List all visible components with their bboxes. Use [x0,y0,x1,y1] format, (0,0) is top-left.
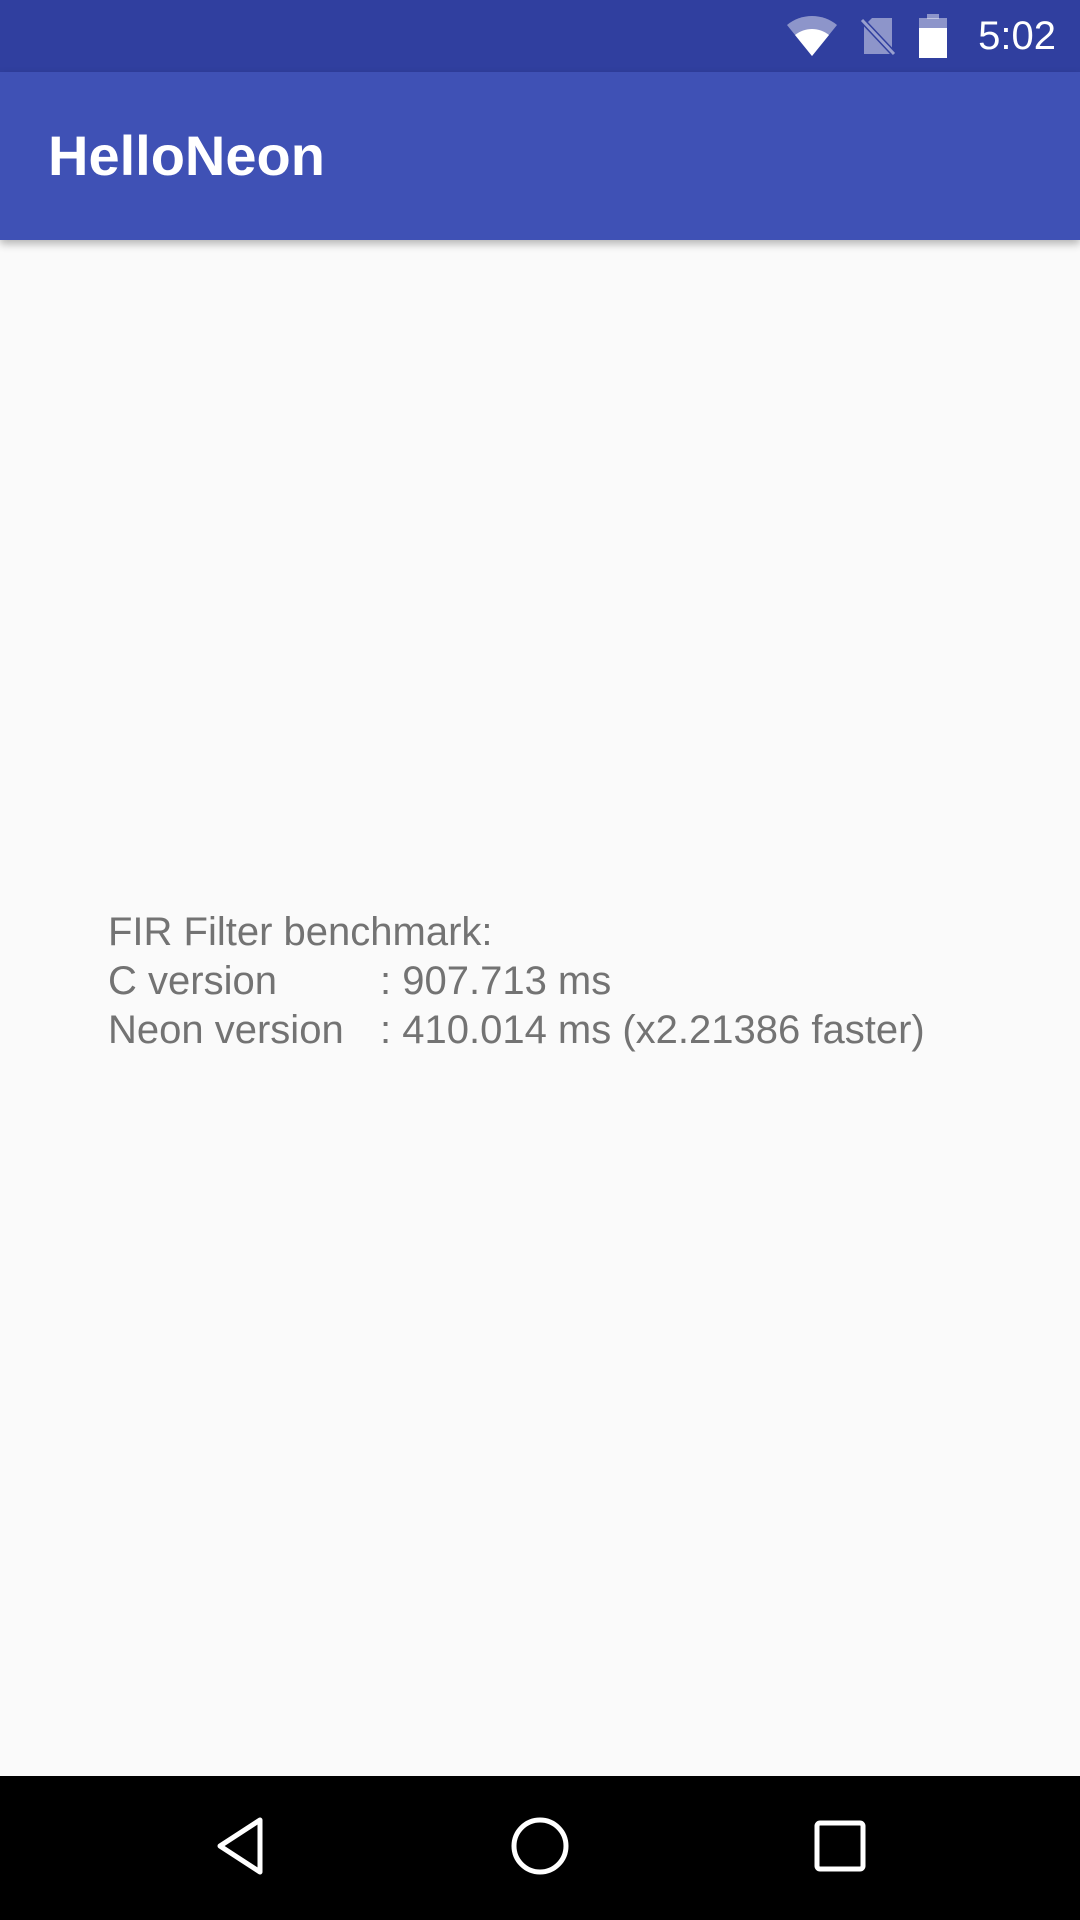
back-icon [212,1816,268,1881]
navigation-bar [0,1776,1080,1920]
no-sim-icon [860,16,897,56]
content-area: FIR Filter benchmark: C version : 907.713… [0,240,1080,1776]
back-button[interactable] [168,1776,312,1920]
benchmark-row-neon: Neon version : 410.014 ms (x2.21386 faste… [108,1006,925,1055]
home-button[interactable] [468,1776,612,1920]
status-bar: 5:02 [0,0,1080,72]
app-title: HelloNeon [48,124,325,187]
benchmark-heading: FIR Filter benchmark: [108,910,493,954]
screen: 5:02 HelloNeon FIR Filter benchmark: C v… [0,0,1080,1920]
app-bar: HelloNeon [0,72,1080,240]
benchmark-value: : 907.713 ms [380,959,612,1003]
benchmark-text: FIR Filter benchmark: C version : 907.713… [108,908,925,1055]
benchmark-label: C version [108,959,277,1003]
status-icons: 5:02 [786,0,1056,72]
recents-button[interactable] [768,1776,912,1920]
benchmark-value: : 410.014 ms (x2.21386 faster) [380,1008,925,1052]
status-time: 5:02 [978,13,1056,58]
wifi-icon [786,15,838,57]
benchmark-row-c: C version : 907.713 ms [108,957,925,1006]
benchmark-label: Neon version [108,1008,344,1052]
battery-icon [918,14,948,58]
home-icon [510,1816,570,1881]
recents-icon [813,1819,867,1878]
